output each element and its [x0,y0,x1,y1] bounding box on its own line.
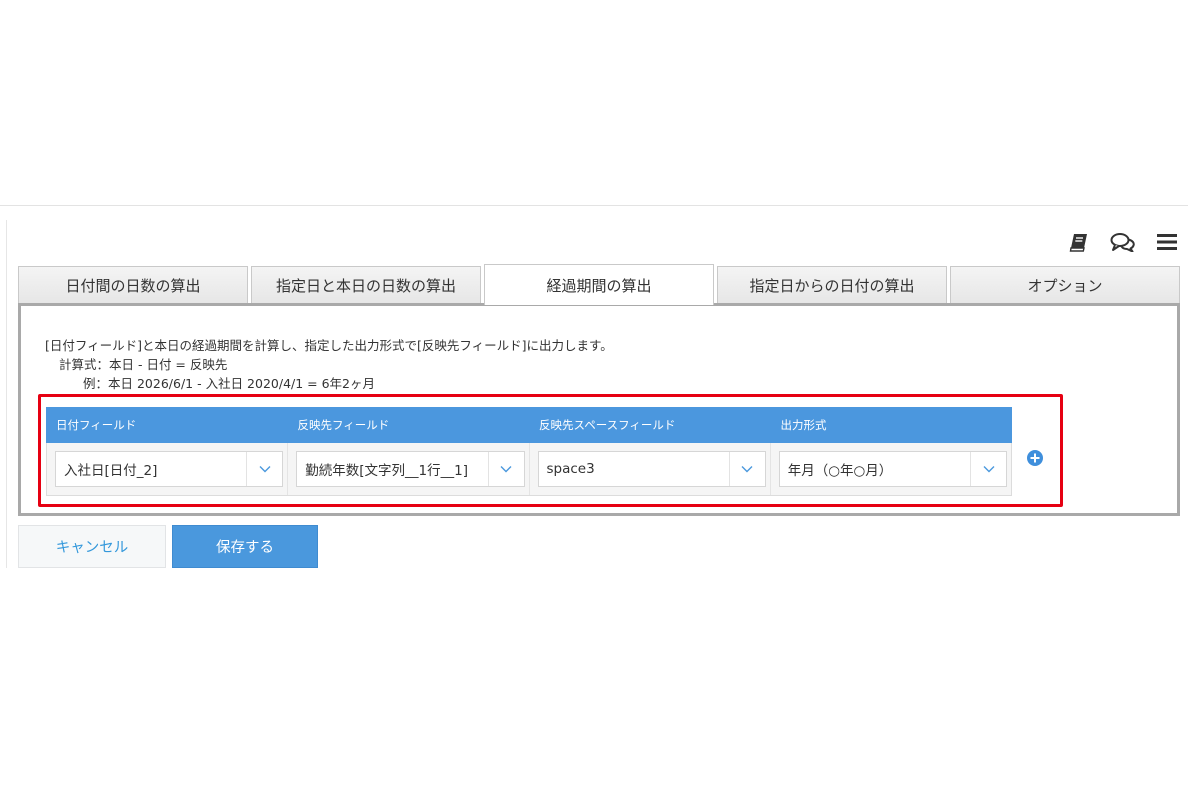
output-format-value: 年月（○年○月） [787,463,893,479]
target-field-value: 勤続年数[文字列__1行__1] [305,463,468,479]
tab-bar: 日付間の日数の算出 指定日と本日の日数の算出 経過期間の算出 指定日からの日付の… [18,264,1180,305]
settings-panel: [日付フィールド]と本日の経過期間を計算し、指定した出力形式で[反映先フィールド… [18,303,1180,516]
header-icons [1064,230,1182,254]
description: [日付フィールド]と本日の経過期間を計算し、指定した出力形式で[反映先フィールド… [45,336,613,393]
header-output-format: 出力形式 [780,418,827,432]
left-rule [6,220,7,568]
tab-elapsed-period[interactable]: 経過期間の算出 [484,264,714,305]
target-space-field-select[interactable]: space3 [537,451,766,487]
chevron-down-icon [246,452,282,486]
header-date-field: 日付フィールド [56,418,137,432]
date-field-select[interactable]: 入社日[日付_2] [55,451,284,487]
example-line: 例：本日 2026/6/1 - 入社日 2020/4/1 = 6年2ヶ月 [83,376,376,391]
field-mapping-table: 日付フィールド 反映先フィールド 反映先スペースフィールド 出力形式 入社日[日… [46,407,1012,496]
menu-icon[interactable] [1152,230,1182,254]
top-divider [0,205,1188,206]
tab-days-from-date-to-today[interactable]: 指定日と本日の日数の算出 [251,266,481,304]
cell-date-field: 入社日[日付_2] [47,443,289,495]
target-field-select[interactable]: 勤続年数[文字列__1行__1] [296,451,525,487]
save-button[interactable]: 保存する [172,525,318,568]
cancel-button[interactable]: キャンセル [18,525,166,568]
cell-target-space-field: space3 [530,443,771,495]
chevron-down-icon [728,452,765,486]
cell-output-format: 年月（○年○月） [771,443,1011,495]
table-header: 日付フィールド 反映先フィールド 反映先スペースフィールド 出力形式 [46,407,1012,443]
plus-circle-icon [1027,450,1043,466]
output-format-select[interactable]: 年月（○年○月） [778,451,1007,487]
chevron-down-icon [970,452,1006,486]
table-row: 入社日[日付_2] 勤続年数[文字列__1行__1] space3 年月（○年○… [46,443,1012,496]
tab-date-from-specified-date[interactable]: 指定日からの日付の算出 [717,266,947,304]
header-target-space-field: 反映先スペースフィールド [539,418,676,432]
add-row-button[interactable] [1026,449,1044,467]
formula-line: 計算式：本日 - 日付 = 反映先 [59,357,228,372]
chevron-down-icon [487,452,524,486]
target-space-field-value: space3 [546,461,595,477]
comments-icon[interactable] [1108,230,1138,254]
date-field-value: 入社日[日付_2] [64,463,158,479]
tab-options[interactable]: オプション [950,266,1180,304]
description-line: [日付フィールド]と本日の経過期間を計算し、指定した出力形式で[反映先フィールド… [45,338,613,353]
tab-days-between-dates[interactable]: 日付間の日数の算出 [18,266,248,304]
book-icon[interactable] [1064,230,1094,254]
cell-target-field: 勤続年数[文字列__1行__1] [288,443,530,495]
header-target-field: 反映先フィールド [297,418,390,432]
